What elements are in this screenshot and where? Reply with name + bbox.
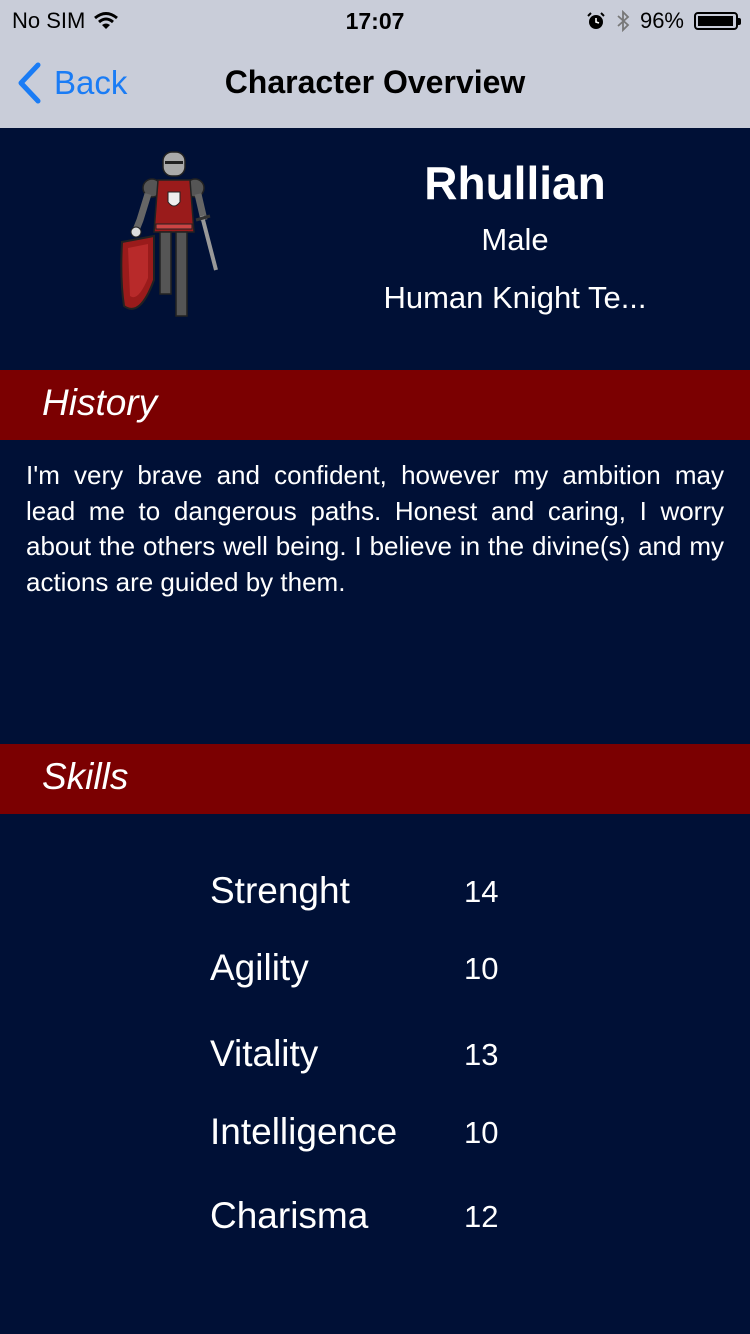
skill-row-vitality: Vitality 13 <box>0 1033 750 1083</box>
history-title: History <box>42 382 158 423</box>
skill-name: Agility <box>210 947 309 988</box>
skill-row-charisma: Charisma 12 <box>0 1195 750 1245</box>
battery-icon <box>694 12 741 30</box>
character-header: Rhullian Male Human Knight Te... <box>0 128 750 370</box>
character-name: Rhullian <box>424 157 606 209</box>
history-text: I'm very brave and confident, however my… <box>26 460 724 597</box>
battery-level <box>698 16 733 26</box>
skill-value: 14 <box>464 874 499 909</box>
skill-row-agility: Agility 10 <box>0 947 750 997</box>
skill-value: 10 <box>464 1115 499 1150</box>
skill-value: 12 <box>464 1199 499 1234</box>
skill-name: Strenght <box>210 870 350 911</box>
skill-name: Charisma <box>210 1195 369 1236</box>
nav-bar: Back Character Overview <box>0 40 750 128</box>
status-right: 96% <box>586 8 741 34</box>
skill-value: 10 <box>464 951 499 986</box>
skill-name: Intelligence <box>210 1111 398 1152</box>
history-header: History <box>0 370 750 440</box>
character-class: Human Knight Te... <box>383 280 647 315</box>
alarm-icon <box>587 12 605 29</box>
skill-row-intelligence: Intelligence 10 <box>0 1111 750 1161</box>
skill-name: Vitality <box>210 1033 319 1074</box>
skill-value: 13 <box>464 1037 499 1072</box>
skills-title: Skills <box>42 756 129 797</box>
skill-row-strenght: Strenght 14 <box>0 870 750 920</box>
bluetooth-icon <box>617 10 630 32</box>
character-gender: Male <box>481 222 549 257</box>
skills-header: Skills <box>0 744 750 814</box>
battery-percent: 96% <box>639 8 684 33</box>
page-title: Character Overview <box>224 64 526 100</box>
status-bar: No SIM 17:07 96% <box>0 0 750 40</box>
knight-avatar-image <box>120 151 218 317</box>
